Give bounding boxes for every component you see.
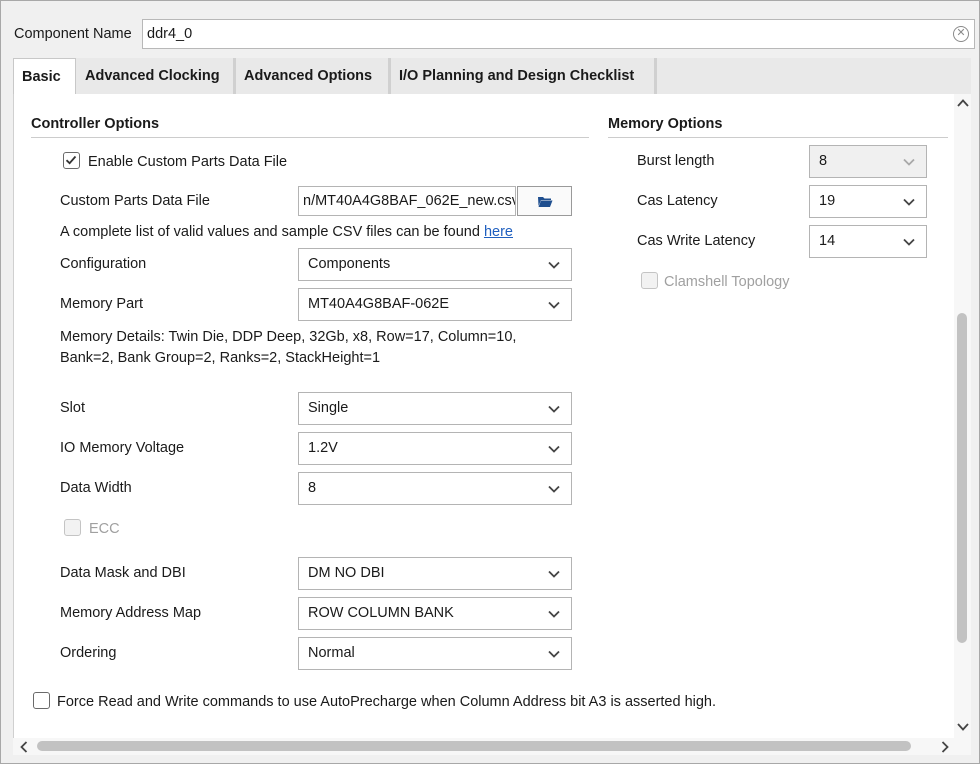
force-autoprecharge-checkbox[interactable] [33,692,50,709]
cas-write-latency-select[interactable]: 14 [809,225,927,258]
scroll-left-icon[interactable] [18,740,30,756]
tab-advanced-clocking[interactable]: Advanced Clocking [77,58,236,94]
burst-length-label: Burst length [637,153,715,169]
here-link[interactable]: here [484,224,513,240]
chevron-down-icon [903,158,915,166]
tab-bar: Basic Advanced Clocking Advanced Options… [13,58,971,94]
burst-length-select[interactable]: 8 [809,145,927,178]
info-text: A complete list of valid values and samp… [60,224,513,240]
memory-options-title: Memory Options [608,116,723,132]
enable-custom-parts-checkbox[interactable] [63,152,80,169]
tab-io-planning[interactable]: I/O Planning and Design Checklist [391,58,657,94]
cas-write-latency-label: Cas Write Latency [637,233,756,249]
memory-options-divider [608,137,948,138]
io-memory-voltage-label: IO Memory Voltage [60,440,185,456]
memory-part-select[interactable]: MT40A4G8BAF-062E [298,288,572,321]
clamshell-topology-label: Clamshell Topology [664,274,790,290]
data-width-label: Data Width [60,480,132,496]
ordering-label: Ordering [60,645,117,661]
ddr4-configuration-window: Component Name ddr4_0 ✕ Basic Advanced C… [0,0,980,764]
chevron-left-icon [20,741,28,753]
chevron-down-icon [548,610,560,618]
scroll-down-icon[interactable] [956,721,970,735]
chevron-up-icon [957,99,969,107]
chevron-down-icon [903,238,915,246]
slot-select[interactable]: Single [298,392,572,425]
chevron-down-icon [548,570,560,578]
cas-latency-select[interactable]: 19 [809,185,927,218]
data-width-value: 8 [308,480,317,496]
clamshell-topology-checkbox[interactable] [641,272,658,289]
memory-address-map-label: Memory Address Map [60,605,202,621]
configuration-label: Configuration [60,256,147,272]
memory-address-map-value: ROW COLUMN BANK [308,605,454,621]
clear-icon[interactable]: ✕ [953,26,969,42]
io-memory-voltage-value: 1.2V [308,440,338,456]
checkmark-icon [65,155,77,165]
memory-part-value: MT40A4G8BAF-062E [308,296,450,312]
configuration-value: Components [308,256,391,272]
chevron-down-icon [548,405,560,413]
cas-latency-label: Cas Latency [637,193,718,209]
ecc-label: ECC [89,521,120,537]
chevron-down-icon [548,485,560,493]
browse-file-button[interactable] [517,186,572,216]
chevron-right-icon [941,741,949,753]
cas-latency-value: 19 [819,193,836,209]
ordering-select[interactable]: Normal [298,637,572,670]
slot-label: Slot [60,400,85,416]
info-sentence: A complete list of valid values and samp… [60,224,480,240]
enable-custom-parts-label: Enable Custom Parts Data File [88,154,288,170]
scroll-up-icon[interactable] [956,97,970,111]
horizontal-scroll-thumb[interactable] [37,741,911,751]
tab-basic[interactable]: Basic [13,58,76,94]
custom-parts-file-label: Custom Parts Data File [60,193,210,209]
data-width-select[interactable]: 8 [298,472,572,505]
data-mask-value: DM NO DBI [308,565,385,581]
io-memory-voltage-select[interactable]: 1.2V [298,432,572,465]
custom-parts-file-input[interactable]: n/MT40A4G8BAF_062E_new.csv [298,186,516,216]
chevron-down-icon [548,650,560,658]
chevron-down-icon [548,301,560,309]
slot-value: Single [308,400,349,416]
chevron-down-icon [903,198,915,206]
ordering-value: Normal [308,645,355,661]
data-mask-select[interactable]: DM NO DBI [298,557,572,590]
folder-open-icon [538,197,553,207]
component-name-input[interactable]: ddr4_0 [142,19,975,49]
force-autoprecharge-label: Force Read and Write commands to use Aut… [57,694,717,710]
chevron-down-icon [548,445,560,453]
ecc-checkbox[interactable] [64,519,81,536]
controller-options-divider [31,137,589,138]
scroll-right-icon[interactable] [939,740,951,756]
tab-advanced-options[interactable]: Advanced Options [236,58,391,94]
component-name-label: Component Name [14,26,132,42]
chevron-down-icon [548,261,560,269]
memory-part-label: Memory Part [60,296,143,312]
vertical-scroll-thumb[interactable] [957,313,967,643]
chevron-down-icon [957,723,969,731]
memory-details-line-2: Bank=2, Bank Group=2, Ranks=2, StackHeig… [60,350,381,366]
burst-length-value: 8 [819,153,828,169]
data-mask-label: Data Mask and DBI [60,565,186,581]
memory-details-line-1: Memory Details: Twin Die, DDP Deep, 32Gb… [60,329,517,345]
cas-write-latency-value: 14 [819,233,836,249]
memory-address-map-select[interactable]: ROW COLUMN BANK [298,597,572,630]
controller-options-title: Controller Options [31,116,160,132]
configuration-select[interactable]: Components [298,248,572,281]
